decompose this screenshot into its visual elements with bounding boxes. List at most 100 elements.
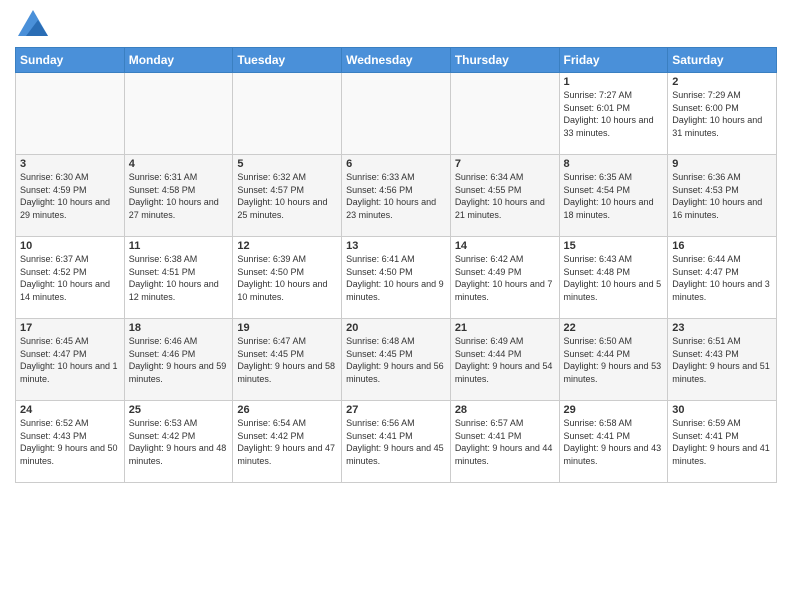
header-thursday: Thursday (450, 48, 559, 73)
calendar-cell (124, 73, 233, 155)
day-content: Sunrise: 6:39 AM Sunset: 4:50 PM Dayligh… (237, 253, 337, 303)
weekday-header-row: Sunday Monday Tuesday Wednesday Thursday… (16, 48, 777, 73)
day-content: Sunrise: 6:52 AM Sunset: 4:43 PM Dayligh… (20, 417, 120, 467)
day-content: Sunrise: 6:50 AM Sunset: 4:44 PM Dayligh… (564, 335, 664, 385)
day-content: Sunrise: 6:42 AM Sunset: 4:49 PM Dayligh… (455, 253, 555, 303)
calendar-cell (342, 73, 451, 155)
calendar-cell: 9Sunrise: 6:36 AM Sunset: 4:53 PM Daylig… (668, 155, 777, 237)
calendar-cell: 15Sunrise: 6:43 AM Sunset: 4:48 PM Dayli… (559, 237, 668, 319)
day-content: Sunrise: 6:43 AM Sunset: 4:48 PM Dayligh… (564, 253, 664, 303)
calendar-cell: 24Sunrise: 6:52 AM Sunset: 4:43 PM Dayli… (16, 401, 125, 483)
header-tuesday: Tuesday (233, 48, 342, 73)
day-number: 1 (564, 76, 664, 88)
day-number: 20 (346, 322, 446, 334)
calendar-cell (450, 73, 559, 155)
calendar-cell: 28Sunrise: 6:57 AM Sunset: 4:41 PM Dayli… (450, 401, 559, 483)
day-number: 25 (129, 404, 229, 416)
day-number: 3 (20, 158, 120, 170)
calendar-week-2: 3Sunrise: 6:30 AM Sunset: 4:59 PM Daylig… (16, 155, 777, 237)
header-sunday: Sunday (16, 48, 125, 73)
calendar-cell: 8Sunrise: 6:35 AM Sunset: 4:54 PM Daylig… (559, 155, 668, 237)
day-content: Sunrise: 6:45 AM Sunset: 4:47 PM Dayligh… (20, 335, 120, 385)
calendar-cell: 16Sunrise: 6:44 AM Sunset: 4:47 PM Dayli… (668, 237, 777, 319)
calendar-cell: 7Sunrise: 6:34 AM Sunset: 4:55 PM Daylig… (450, 155, 559, 237)
day-number: 18 (129, 322, 229, 334)
day-number: 28 (455, 404, 555, 416)
day-content: Sunrise: 6:49 AM Sunset: 4:44 PM Dayligh… (455, 335, 555, 385)
day-content: Sunrise: 7:29 AM Sunset: 6:00 PM Dayligh… (672, 89, 772, 139)
calendar-cell: 17Sunrise: 6:45 AM Sunset: 4:47 PM Dayli… (16, 319, 125, 401)
calendar-cell (16, 73, 125, 155)
day-number: 21 (455, 322, 555, 334)
day-number: 7 (455, 158, 555, 170)
calendar-cell: 20Sunrise: 6:48 AM Sunset: 4:45 PM Dayli… (342, 319, 451, 401)
day-content: Sunrise: 6:35 AM Sunset: 4:54 PM Dayligh… (564, 171, 664, 221)
calendar-cell: 12Sunrise: 6:39 AM Sunset: 4:50 PM Dayli… (233, 237, 342, 319)
day-content: Sunrise: 6:34 AM Sunset: 4:55 PM Dayligh… (455, 171, 555, 221)
day-number: 5 (237, 158, 337, 170)
day-content: Sunrise: 6:30 AM Sunset: 4:59 PM Dayligh… (20, 171, 120, 221)
calendar-cell: 13Sunrise: 6:41 AM Sunset: 4:50 PM Dayli… (342, 237, 451, 319)
day-number: 9 (672, 158, 772, 170)
day-number: 22 (564, 322, 664, 334)
day-content: Sunrise: 7:27 AM Sunset: 6:01 PM Dayligh… (564, 89, 664, 139)
logo (15, 14, 48, 41)
day-number: 6 (346, 158, 446, 170)
calendar-cell (233, 73, 342, 155)
day-number: 16 (672, 240, 772, 252)
day-content: Sunrise: 6:56 AM Sunset: 4:41 PM Dayligh… (346, 417, 446, 467)
day-number: 26 (237, 404, 337, 416)
header-wednesday: Wednesday (342, 48, 451, 73)
day-content: Sunrise: 6:44 AM Sunset: 4:47 PM Dayligh… (672, 253, 772, 303)
calendar-cell: 1Sunrise: 7:27 AM Sunset: 6:01 PM Daylig… (559, 73, 668, 155)
day-content: Sunrise: 6:31 AM Sunset: 4:58 PM Dayligh… (129, 171, 229, 221)
calendar-cell: 4Sunrise: 6:31 AM Sunset: 4:58 PM Daylig… (124, 155, 233, 237)
day-number: 30 (672, 404, 772, 416)
day-number: 15 (564, 240, 664, 252)
day-content: Sunrise: 6:48 AM Sunset: 4:45 PM Dayligh… (346, 335, 446, 385)
calendar-week-5: 24Sunrise: 6:52 AM Sunset: 4:43 PM Dayli… (16, 401, 777, 483)
day-content: Sunrise: 6:32 AM Sunset: 4:57 PM Dayligh… (237, 171, 337, 221)
day-number: 2 (672, 76, 772, 88)
calendar-cell: 30Sunrise: 6:59 AM Sunset: 4:41 PM Dayli… (668, 401, 777, 483)
calendar-cell: 5Sunrise: 6:32 AM Sunset: 4:57 PM Daylig… (233, 155, 342, 237)
calendar-cell: 14Sunrise: 6:42 AM Sunset: 4:49 PM Dayli… (450, 237, 559, 319)
calendar-week-3: 10Sunrise: 6:37 AM Sunset: 4:52 PM Dayli… (16, 237, 777, 319)
header-saturday: Saturday (668, 48, 777, 73)
calendar-cell: 21Sunrise: 6:49 AM Sunset: 4:44 PM Dayli… (450, 319, 559, 401)
calendar-cell: 25Sunrise: 6:53 AM Sunset: 4:42 PM Dayli… (124, 401, 233, 483)
day-number: 24 (20, 404, 120, 416)
day-number: 27 (346, 404, 446, 416)
day-number: 17 (20, 322, 120, 334)
logo-icon (18, 10, 48, 41)
calendar-cell: 2Sunrise: 7:29 AM Sunset: 6:00 PM Daylig… (668, 73, 777, 155)
header (15, 10, 777, 41)
day-number: 23 (672, 322, 772, 334)
day-number: 19 (237, 322, 337, 334)
day-content: Sunrise: 6:59 AM Sunset: 4:41 PM Dayligh… (672, 417, 772, 467)
day-number: 13 (346, 240, 446, 252)
calendar-week-1: 1Sunrise: 7:27 AM Sunset: 6:01 PM Daylig… (16, 73, 777, 155)
calendar-cell: 22Sunrise: 6:50 AM Sunset: 4:44 PM Dayli… (559, 319, 668, 401)
calendar-cell: 23Sunrise: 6:51 AM Sunset: 4:43 PM Dayli… (668, 319, 777, 401)
day-content: Sunrise: 6:53 AM Sunset: 4:42 PM Dayligh… (129, 417, 229, 467)
day-number: 12 (237, 240, 337, 252)
day-content: Sunrise: 6:41 AM Sunset: 4:50 PM Dayligh… (346, 253, 446, 303)
day-content: Sunrise: 6:37 AM Sunset: 4:52 PM Dayligh… (20, 253, 120, 303)
day-content: Sunrise: 6:57 AM Sunset: 4:41 PM Dayligh… (455, 417, 555, 467)
calendar-cell: 3Sunrise: 6:30 AM Sunset: 4:59 PM Daylig… (16, 155, 125, 237)
day-content: Sunrise: 6:51 AM Sunset: 4:43 PM Dayligh… (672, 335, 772, 385)
day-number: 29 (564, 404, 664, 416)
day-content: Sunrise: 6:36 AM Sunset: 4:53 PM Dayligh… (672, 171, 772, 221)
day-content: Sunrise: 6:58 AM Sunset: 4:41 PM Dayligh… (564, 417, 664, 467)
day-content: Sunrise: 6:54 AM Sunset: 4:42 PM Dayligh… (237, 417, 337, 467)
header-friday: Friday (559, 48, 668, 73)
calendar-cell: 19Sunrise: 6:47 AM Sunset: 4:45 PM Dayli… (233, 319, 342, 401)
calendar-cell: 26Sunrise: 6:54 AM Sunset: 4:42 PM Dayli… (233, 401, 342, 483)
day-number: 10 (20, 240, 120, 252)
calendar-cell: 10Sunrise: 6:37 AM Sunset: 4:52 PM Dayli… (16, 237, 125, 319)
day-number: 8 (564, 158, 664, 170)
day-content: Sunrise: 6:33 AM Sunset: 4:56 PM Dayligh… (346, 171, 446, 221)
day-content: Sunrise: 6:38 AM Sunset: 4:51 PM Dayligh… (129, 253, 229, 303)
calendar-week-4: 17Sunrise: 6:45 AM Sunset: 4:47 PM Dayli… (16, 319, 777, 401)
